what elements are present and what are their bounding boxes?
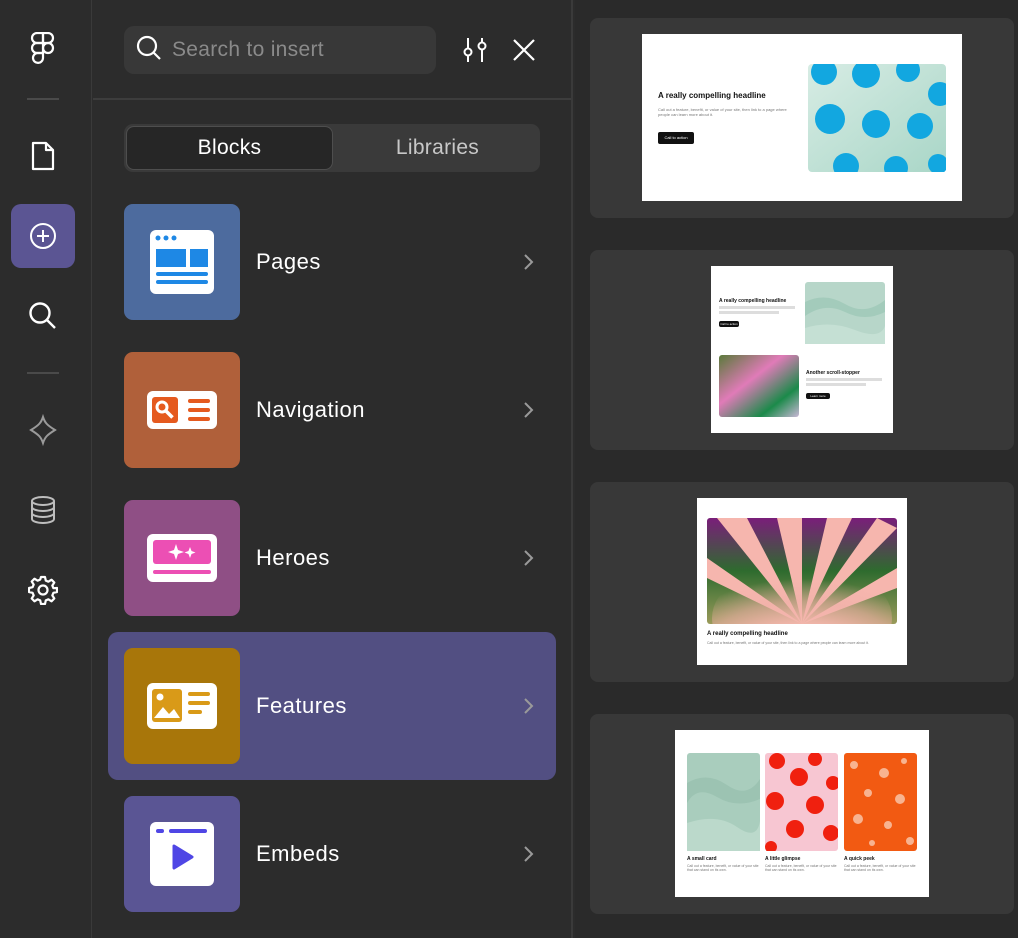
preview-card-feature-cards[interactable]: A small card Call out a feature, benefit…: [590, 714, 1014, 914]
embeds-icon: [124, 796, 240, 912]
chevron-right-icon: [524, 550, 534, 566]
page-icon[interactable]: [11, 124, 75, 188]
category-pages[interactable]: Pages: [108, 188, 556, 336]
category-features[interactable]: Features: [108, 632, 556, 780]
chevron-right-icon: [524, 698, 534, 714]
chevron-right-icon: [524, 846, 534, 862]
category-label: Navigation: [256, 397, 365, 422]
search-icon[interactable]: [11, 284, 75, 348]
features-icon: [124, 648, 240, 764]
heroes-icon: [124, 500, 240, 616]
preview-thumbnail: A really compelling headline Call out a …: [642, 34, 962, 201]
figma-logo-icon[interactable]: [11, 17, 75, 81]
card-title: A little glimpse: [765, 856, 801, 862]
filter-sliders-icon[interactable]: [459, 34, 491, 66]
chevron-right-icon: [524, 402, 534, 418]
red-dots-image: [765, 753, 838, 851]
settings-gear-icon[interactable]: [11, 558, 75, 622]
search-input[interactable]: [172, 38, 422, 62]
blue-dots-image: [808, 64, 946, 172]
preview-thumbnail: A really compelling headline Call out a …: [697, 498, 907, 665]
sunburst-image: [707, 518, 897, 624]
tab-libraries[interactable]: Libraries: [335, 124, 540, 172]
category-label: Heroes: [256, 545, 330, 570]
close-icon[interactable]: [508, 34, 540, 66]
preview-thumbnail: A really compelling headline Call to act…: [711, 266, 893, 433]
orange-texture-image: [844, 753, 917, 851]
preview-body: Call out a feature, benefit, or value of…: [707, 641, 869, 645]
search-icon: [136, 35, 162, 66]
preview-body: Call out a feature, benefit, or value of…: [658, 107, 787, 117]
gradient-swirl-image: [719, 355, 799, 417]
preview-button-2: Learn more: [806, 393, 830, 399]
green-texture-image: [687, 753, 760, 851]
insert-panel: Blocks Libraries Pages Navigation: [93, 0, 573, 938]
preview-card-feature-hero[interactable]: A really compelling headline Call out a …: [590, 18, 1014, 218]
left-rail: [0, 0, 92, 938]
navigation-icon: [124, 352, 240, 468]
preview-card-feature-banner[interactable]: A really compelling headline Call out a …: [590, 482, 1014, 682]
preview-headline: A really compelling headline: [658, 91, 766, 100]
category-label: Features: [256, 693, 347, 718]
card-body: Call out a feature, benefit, or value of…: [844, 864, 916, 872]
category-navigation[interactable]: Navigation: [108, 336, 556, 484]
category-label: Pages: [256, 249, 321, 274]
chevron-right-icon: [524, 254, 534, 270]
preview-headline: A really compelling headline: [707, 631, 788, 637]
category-heroes[interactable]: Heroes: [108, 484, 556, 632]
preview-button: Call to action: [719, 321, 739, 327]
category-label: Embeds: [256, 841, 340, 866]
block-preview-list: A really compelling headline Call out a …: [575, 0, 1018, 938]
blocks-libraries-toggle: Blocks Libraries: [124, 124, 540, 172]
database-icon[interactable]: [11, 478, 75, 542]
components-icon[interactable]: [11, 398, 75, 462]
preview-thumbnail: A small card Call out a feature, benefit…: [675, 730, 929, 897]
category-embeds[interactable]: Embeds: [108, 780, 556, 928]
tab-blocks[interactable]: Blocks: [126, 126, 333, 170]
card-body: Call out a feature, benefit, or value of…: [687, 864, 759, 872]
card-title: A small card: [687, 856, 717, 862]
insert-plus-icon[interactable]: [11, 204, 75, 268]
card-body: Call out a feature, benefit, or value of…: [765, 864, 837, 872]
preview-headline-2: Another scroll-stopper: [806, 370, 860, 376]
card-title: A quick peek: [844, 856, 875, 862]
green-texture-image: [805, 282, 885, 344]
preview-button: Call to action: [658, 132, 694, 144]
search-box[interactable]: [124, 26, 436, 74]
preview-headline: A really compelling headline: [719, 298, 787, 304]
pages-icon: [124, 204, 240, 320]
preview-card-feature-stack[interactable]: A really compelling headline Call to act…: [590, 250, 1014, 450]
